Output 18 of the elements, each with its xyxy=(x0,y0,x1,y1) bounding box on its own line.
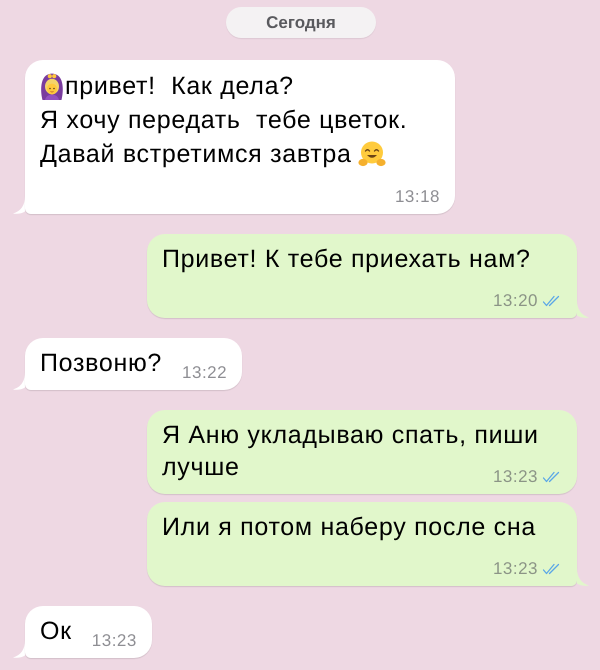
woman-emoji-icon xyxy=(40,72,64,100)
message-time: 13:23 xyxy=(92,631,137,651)
message-text: Давай встретимся завтра xyxy=(40,140,352,168)
message-text: Позвоню? xyxy=(40,349,162,377)
message-time: 13:22 xyxy=(182,363,228,383)
message-text: привет! Как дела? xyxy=(65,72,294,100)
message-time: 13:23 xyxy=(492,559,538,579)
message-text: Я хочу передать тебе цветок. xyxy=(40,106,408,134)
message-time: 13:18 xyxy=(394,187,440,207)
message-time: 13:20 xyxy=(492,291,538,311)
message-text: Или я потом наберу после сна xyxy=(162,513,536,541)
message-text: лучше xyxy=(162,453,240,481)
message-text: Я Аню укладываю спать, пиши xyxy=(162,421,539,449)
message-time: 13:23 xyxy=(492,467,538,487)
message-text: Ок xyxy=(40,617,72,645)
date-label: Сегодня xyxy=(226,7,376,38)
hugging-face-emoji-icon xyxy=(358,140,386,168)
message-text: Привет! К тебе приехать нам? xyxy=(162,245,531,273)
